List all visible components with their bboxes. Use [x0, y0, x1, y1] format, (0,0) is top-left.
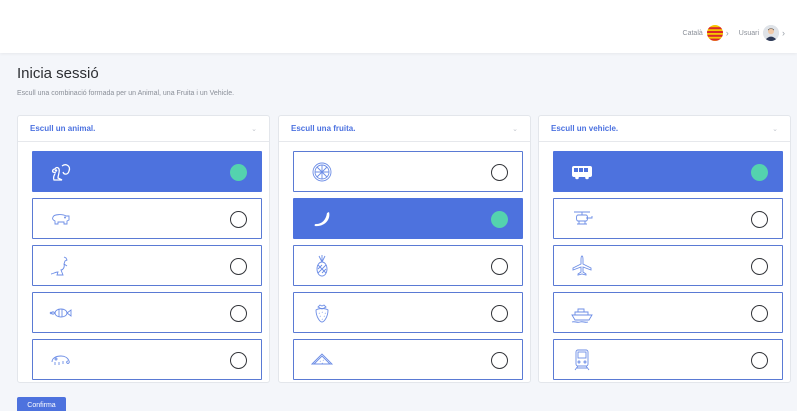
option-banana[interactable]: [293, 198, 523, 239]
option-watermelon[interactable]: [293, 339, 523, 380]
chevron-down-icon: ⌄: [251, 125, 257, 133]
chevron-right-icon: ›: [782, 28, 785, 38]
catalan-flag-icon: [706, 25, 723, 41]
bus-icon: [572, 166, 592, 180]
chameleon-icon: [51, 355, 70, 365]
option-bus[interactable]: [553, 151, 783, 192]
option-fish[interactable]: [32, 292, 262, 333]
squirrel-icon: [51, 164, 71, 181]
user-label: Usuari: [738, 29, 759, 37]
animal-card-header[interactable]: Escull un animal. ⌄: [18, 116, 269, 142]
option-radio: [751, 164, 768, 181]
option-radio: [751, 211, 768, 228]
chevron-right-icon: ›: [725, 28, 729, 38]
option-radio: [491, 211, 508, 228]
animal-card-title: Escull un animal.: [30, 124, 96, 133]
kangaroo-icon: [50, 256, 68, 276]
airplane-icon: [572, 255, 592, 276]
fruit-card: Escull una fruita. ⌄: [278, 115, 531, 383]
option-ship[interactable]: [553, 292, 783, 333]
user-menu[interactable]: Usuari ›: [739, 25, 785, 41]
top-bar-actions: Català › Usuari ›: [683, 25, 785, 41]
top-bar: Català › Usuari ›: [0, 0, 797, 53]
helicopter-icon: [574, 211, 593, 225]
option-radio: [491, 164, 508, 181]
option-radio: [751, 305, 768, 322]
page-subtitle: Escull una combinació formada per un Ani…: [17, 90, 235, 97]
option-chameleon[interactable]: [32, 339, 262, 380]
option-squirrel[interactable]: [32, 151, 262, 192]
option-radio: [491, 305, 508, 322]
vehicle-card-header[interactable]: Escull un vehicle. ⌄: [539, 116, 790, 142]
watermelon-icon: [310, 353, 334, 365]
page-title: Inicia sessió: [17, 65, 99, 82]
option-pig[interactable]: [32, 198, 262, 239]
pineapple-icon: [316, 255, 328, 277]
option-kangaroo[interactable]: [32, 245, 262, 286]
fruit-card-header[interactable]: Escull una fruita. ⌄: [279, 116, 530, 142]
banana-icon: [314, 212, 330, 227]
option-radio: [230, 164, 247, 181]
option-pineapple[interactable]: [293, 245, 523, 286]
pig-icon: [52, 214, 70, 225]
option-radio: [230, 305, 247, 322]
option-radio: [230, 211, 247, 228]
option-radio: [230, 352, 247, 369]
language-selector[interactable]: Català ›: [683, 25, 739, 41]
avatar: [763, 25, 779, 41]
ship-icon: [571, 308, 593, 323]
orange-slice-icon: [312, 162, 332, 182]
fish-icon: [49, 308, 72, 318]
confirm-button[interactable]: Confirma: [17, 397, 66, 411]
fruit-card-title: Escull una fruita.: [291, 124, 356, 133]
option-radio: [491, 352, 508, 369]
option-helicopter[interactable]: [553, 198, 783, 239]
chevron-down-icon: ⌄: [772, 125, 778, 133]
vehicle-card-title: Escull un vehicle.: [551, 124, 619, 133]
option-radio: [751, 258, 768, 275]
chevron-down-icon: ⌄: [512, 125, 518, 133]
option-radio: [491, 258, 508, 275]
option-airplane[interactable]: [553, 245, 783, 286]
strawberry-icon: [315, 304, 329, 323]
option-strawberry[interactable]: [293, 292, 523, 333]
vehicle-card: Escull un vehicle. ⌄: [538, 115, 791, 383]
language-label: Català: [682, 29, 703, 37]
option-radio: [230, 258, 247, 275]
animal-card: Escull un animal. ⌄: [17, 115, 270, 383]
option-train[interactable]: [553, 339, 783, 380]
train-icon: [574, 349, 590, 371]
option-radio: [751, 352, 768, 369]
option-orange-slice[interactable]: [293, 151, 523, 192]
